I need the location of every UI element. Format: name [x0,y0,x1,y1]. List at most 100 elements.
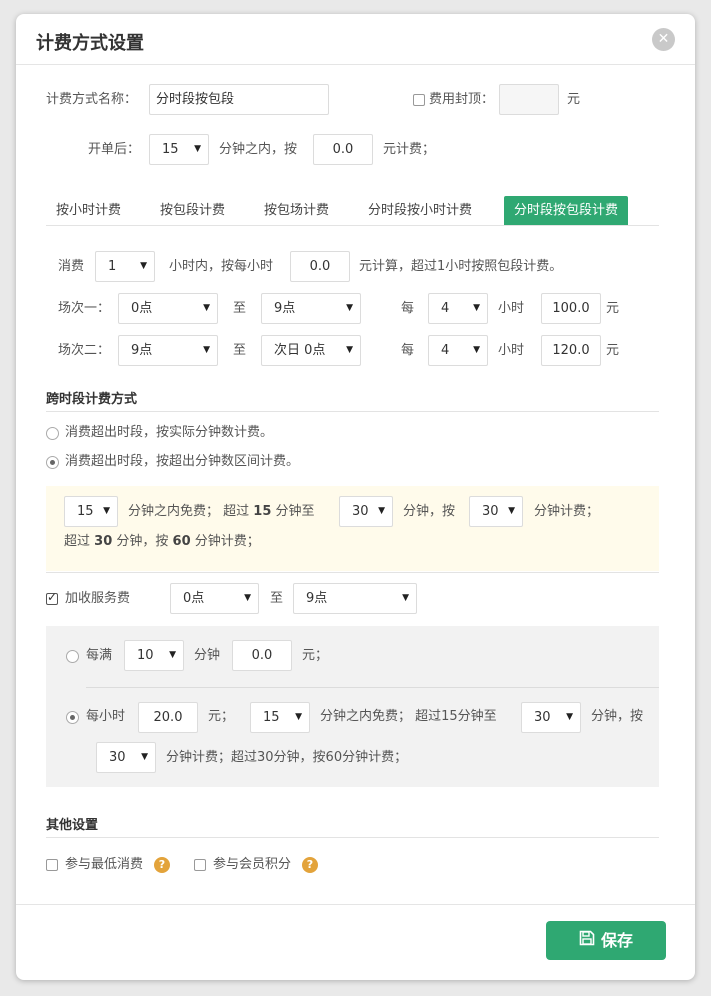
consume-prefix: 消费 [58,259,85,274]
chevron-down-icon: ▼ [346,345,353,355]
cap-checkbox[interactable] [413,94,425,106]
tab-venue[interactable]: 按包场计费 [264,196,329,226]
service-per-suffix: 元； [302,648,329,663]
service-from-select[interactable]: 0点 ▼ [170,583,259,614]
tabs-divider [46,225,659,226]
session1-from-select[interactable]: 0点 ▼ [118,293,218,324]
service-hour-radio[interactable] [66,711,79,724]
service-fee-checkbox[interactable] [46,590,58,605]
start-amount-input[interactable]: 0.0 [313,134,373,165]
service-free-select[interactable]: 15 ▼ [250,702,310,733]
consume-hours-value: 1 [108,259,117,274]
session2-price-input[interactable]: 120.0 [541,335,601,366]
tab-hourly[interactable]: 按小时计费 [56,196,121,226]
chevron-down-icon: ▼ [244,593,251,603]
session2-label: 场次二： [58,343,111,358]
service-per-label: 每满 [86,648,113,663]
session1-to-label: 至 [233,301,247,316]
session2-from-select[interactable]: 9点 ▼ [118,335,218,366]
range-text-1: 分钟之内免费； 超过 15 分钟至 [128,504,315,519]
chevron-down-icon: ▼ [566,712,573,722]
min-consume-label: 参与最低消费 [65,857,144,872]
cross-option1-label: 消费超出时段，按实际分钟数计费。 [65,425,274,440]
footer-divider [16,904,695,905]
range-charge-select[interactable]: 30 ▼ [469,496,523,527]
range-free-select[interactable]: 15 ▼ [64,496,118,527]
start-minutes-select[interactable]: 15 ▼ [149,134,209,165]
chevron-down-icon: ▼ [140,261,147,271]
save-button[interactable]: 保存 [546,921,666,960]
service-charge-select[interactable]: 30 ▼ [96,742,156,773]
range-free-value: 15 [77,504,94,519]
service-to-minutes-value: 30 [534,710,551,725]
chevron-down-icon: ▼ [473,345,480,355]
cross-option2-label: 消费超出时段，按超出分钟数区间计费。 [65,454,300,469]
service-hour-unit: 元； [208,709,235,724]
start-label: 开单后： [88,142,141,157]
cross-option1-radio[interactable] [46,427,59,440]
service-tail-text: 分钟计费；超过30分钟，按60分钟计费； [166,750,408,765]
session1-every-select[interactable]: 4 ▼ [428,293,488,324]
billing-name-label: 计费方式名称： [46,92,138,107]
range-charge-value: 30 [482,504,499,519]
session1-unit: 元 [606,301,620,316]
service-per-minutes-select[interactable]: 10 ▼ [124,640,184,671]
range-to-value: 30 [352,504,369,519]
session2-every-select[interactable]: 4 ▼ [428,335,488,366]
chevron-down-icon: ▼ [169,650,176,660]
member-points-checkbox[interactable] [194,859,206,871]
dialog-title: 计费方式设置 [36,33,144,54]
other-section-title: 其他设置 [46,818,99,833]
tab-package[interactable]: 按包段计费 [160,196,225,226]
range-line2: 超过 30 分钟，按 60 分钟计费； [64,534,260,549]
session2-from-value: 9点 [131,343,153,358]
session1-from-value: 0点 [131,301,153,316]
billing-name-input[interactable]: 分时段按包段 [149,84,329,115]
cap-label: 费用封顶： [429,92,495,107]
service-per-amount-input[interactable]: 0.0 [232,640,292,671]
service-to-minutes-select[interactable]: 30 ▼ [521,702,581,733]
session2-to-label: 至 [233,343,247,358]
session1-label: 场次一： [58,301,111,316]
session2-to-select[interactable]: 次日 0点 ▼ [261,335,361,366]
consume-hours-select[interactable]: 1 ▼ [95,251,155,282]
service-hour-amount-input[interactable]: 20.0 [138,702,198,733]
service-from-value: 0点 [183,591,205,606]
session2-every-value: 4 [441,343,450,358]
floppy-disk-icon [579,921,595,960]
close-icon[interactable]: ✕ [652,28,675,51]
chevron-down-icon: ▼ [103,506,110,516]
cross-option2-radio[interactable] [46,456,59,469]
help-icon[interactable]: ? [302,857,318,873]
session1-to-select[interactable]: 9点 ▼ [261,293,361,324]
tab-period-hourly[interactable]: 分时段按小时计费 [368,196,472,226]
chevron-down-icon: ▼ [378,506,385,516]
service-to-select[interactable]: 9点 ▼ [293,583,417,614]
chevron-down-icon: ▼ [346,303,353,313]
chevron-down-icon: ▼ [473,303,480,313]
service-per-radio[interactable] [66,650,79,663]
cap-input[interactable] [499,84,559,115]
session1-price-input[interactable]: 100.0 [541,293,601,324]
service-free-text: 分钟之内免费； 超过15分钟至 [320,709,497,724]
chevron-down-icon: ▼ [194,144,201,154]
session1-every-value: 4 [441,301,450,316]
session2-hour-label: 小时 [498,343,525,358]
session1-to-value: 9点 [274,301,296,316]
consume-suffix: 元计算，超过1小时按照包段计费。 [359,259,563,274]
range-to-select[interactable]: 30 ▼ [339,496,393,527]
range-text-3: 分钟，按 [403,504,456,519]
other-divider [46,837,659,838]
service-divider [46,572,659,573]
session2-every-label: 每 [401,343,415,358]
chevron-down-icon: ▼ [203,345,210,355]
chevron-down-icon: ▼ [141,752,148,762]
tab-period-package[interactable]: 分时段按包段计费 [504,196,629,226]
help-icon[interactable]: ? [154,857,170,873]
start-mid-text: 分钟之内，按 [219,142,298,157]
consume-rate-input[interactable]: 0.0 [290,251,350,282]
save-label: 保存 [600,931,633,950]
min-consume-checkbox[interactable] [46,859,58,871]
billing-settings-dialog: 计费方式设置 ✕ 计费方式名称： 分时段按包段 费用封顶： 元 开单后： 15 ▼… [16,14,695,980]
session2-unit: 元 [606,343,620,358]
